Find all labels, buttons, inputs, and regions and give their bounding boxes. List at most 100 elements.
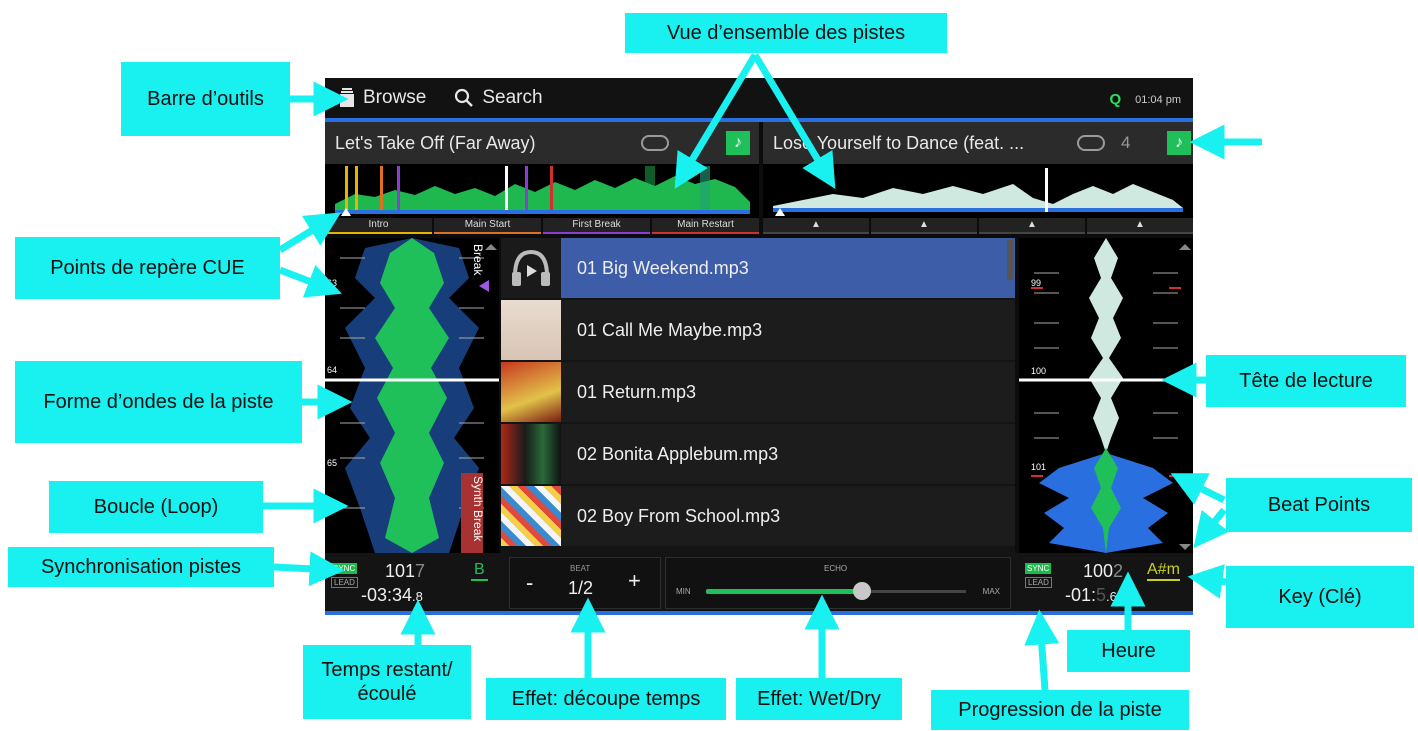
album-art [501,362,561,422]
status-area: Q 01:04 pm [1109,91,1181,108]
deck-right-title: Lose Yourself to Dance (feat. ... [773,132,1025,153]
list-item[interactable]: 02 Boy From School.mp3 [501,486,1015,546]
bpm-value: 101 [385,561,416,581]
track-name: 02 Bonita Applebum.mp3 [577,443,779,464]
echo-fx-panel: ECHO MIN MAX [665,557,1011,609]
bottom-control-bar: SYNC LEAD 1017 B -03:34.8 - BEAT 1/2 + E… [325,553,1193,615]
time-main: -01: [1065,585,1097,605]
time-remaining: -01:5.6 [1065,585,1117,606]
callout-track-overview: Vue d’ensemble des pistes [625,13,947,53]
track-name: 01 Big Weekend.mp3 [577,257,749,278]
bpm-value: 100 [1083,561,1114,581]
callout-track-progress: Progression de la piste [931,690,1189,730]
beat-label: BEAT [570,564,591,573]
beat-marker: 100 [1031,366,1047,376]
time-main: -03:34 [361,585,413,605]
cue-point[interactable]: Main Restart [652,218,759,234]
beat-plus-button[interactable]: + [628,568,641,594]
deck-left-header[interactable]: Let's Take Off (Far Away) ♪ [325,122,759,164]
music-note-icon[interactable]: ♪ [726,131,750,155]
sync-button[interactable]: SYNC [1025,563,1052,574]
lead-badge: LEAD [1025,577,1052,588]
browse-button[interactable]: Browse [339,87,426,109]
callout-beat-slice: Effet: découpe temps [486,678,726,720]
key-display: A#m [1147,561,1180,581]
deck-right-waveform[interactable]: 99 100 101 [1019,238,1193,553]
beat-value: 1/2 [568,578,594,598]
album-art [501,300,561,360]
cue-point[interactable]: First Break [543,218,650,234]
list-item[interactable]: 01 Big Weekend.mp3 [501,238,1015,298]
loop-count: 4 [1121,133,1131,152]
list-item[interactable]: 02 Bonita Applebum.mp3 [501,424,1015,484]
quantize-indicator[interactable]: Q [1109,91,1121,108]
deck-left-cue-bar: Intro Main Start First Break Main Restar… [325,218,759,234]
search-button[interactable]: Search [454,87,543,109]
browse-icon [340,88,354,107]
loop-label: Synth Break [471,476,485,542]
loop-icon[interactable] [1077,135,1105,151]
loop-icon[interactable] [641,135,669,151]
callout-time: Temps restant/ écoulé [303,645,471,719]
cue-point[interactable]: Main Start [434,218,541,234]
annotated-screenshot: Browse Search Q 01:04 pm Let's Take Off … [0,0,1418,731]
track-name: 01 Call Me Maybe.mp3 [577,319,763,340]
loop-label: Break [471,244,485,276]
cue-point-empty[interactable]: ▲ [763,218,869,234]
deck-right-track-overview[interactable] [763,164,1193,218]
headphones-icon [501,238,561,298]
bpm-decimal: 2 [1113,561,1124,581]
bpm-decimal: 7 [415,561,426,581]
min-label: MIN [676,587,691,596]
callout-toolbar: Barre d’outils [121,62,290,136]
wet-dry-fill [706,589,862,594]
max-label: MAX [982,587,1000,596]
beat-marker: 99 [1031,278,1042,288]
bpm-display: 1017 [385,561,425,582]
callout-wet-dry: Effet: Wet/Dry [736,678,902,720]
list-item[interactable]: 01 Return.mp3 [501,362,1015,422]
callout-loop: Boucle (Loop) [49,481,263,533]
callout-waveform: Forme d’ondes de la piste [15,361,302,443]
wet-dry-knob[interactable] [853,582,871,600]
search-label: Search [482,87,543,108]
browse-label: Browse [363,87,427,108]
list-item[interactable]: 01 Call Me Maybe.mp3 [501,300,1015,360]
toolbar: Browse Search Q 01:04 pm [325,78,1193,118]
cue-point-empty[interactable]: ▲ [979,218,1085,234]
deck-left-waveform[interactable]: 63 64 65 Break Synth Break [325,238,499,553]
callout-time-of-day: Heure [1067,630,1190,672]
cue-point[interactable]: Intro [325,218,432,234]
search-icon [455,88,474,107]
album-art [501,424,561,484]
beat-marker: 64 [327,365,338,375]
beat-marker: 101 [1031,462,1047,472]
device-screen: Browse Search Q 01:04 pm Let's Take Off … [325,78,1193,615]
track-browser: 01 Big Weekend.mp3 01 Call Me Maybe.mp3 … [501,238,1015,553]
bpm-display: 1002 [1083,561,1123,582]
album-art [501,486,561,546]
beat-minus-button[interactable]: - [526,570,533,596]
beat-fx-panel: - BEAT 1/2 + [509,557,661,609]
deck-right-cue-bar: ▲ ▲ ▲ ▲ [763,218,1193,234]
time-decimal: .8 [412,589,423,604]
scrollbar[interactable] [1007,240,1013,280]
time-hidden-digit: 5 [1096,585,1107,605]
key-display: B [471,561,488,581]
track-name: 02 Boy From School.mp3 [577,505,781,526]
cue-point-empty[interactable]: ▲ [1087,218,1193,234]
deck-left-track-overview[interactable] [325,164,759,218]
fx-name: ECHO [824,564,848,573]
music-note-icon[interactable]: ♪ [1167,131,1191,155]
callout-sync: Synchronisation pistes [8,547,274,587]
callout-key: Key (Clé) [1226,566,1414,628]
waveform-graphic [1019,238,1193,553]
callout-cue-points: Points de repère CUE [15,237,280,299]
track-name: 01 Return.mp3 [577,381,697,402]
deck-left-title: Let's Take Off (Far Away) [335,132,536,153]
callout-beat-points: Beat Points [1226,478,1412,532]
sync-button[interactable]: SYNC [331,563,358,574]
deck-right-header[interactable]: Lose Yourself to Dance (feat. ... 4 ♪ [763,122,1193,164]
track-progress-bar[interactable] [325,611,1193,615]
cue-point-empty[interactable]: ▲ [871,218,977,234]
